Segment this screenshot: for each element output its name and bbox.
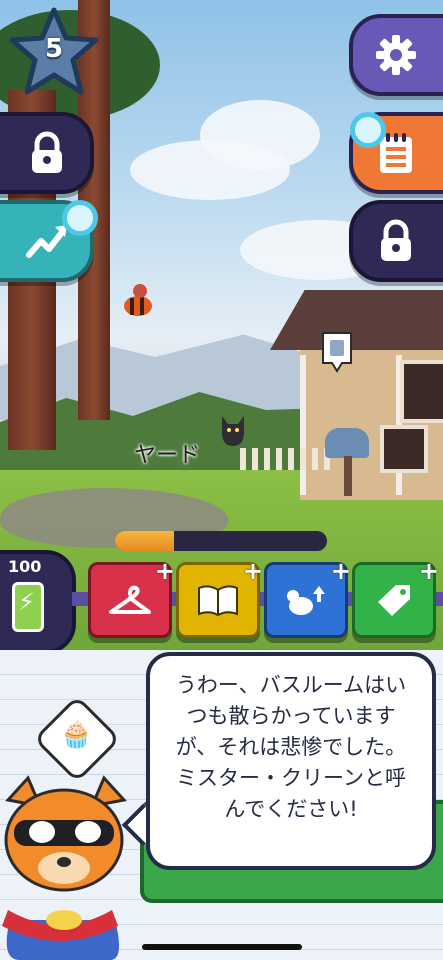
area-name-label: ヤード xyxy=(134,443,201,468)
cloud xyxy=(200,100,320,170)
hanger-icon xyxy=(107,582,153,618)
shop-tool-button[interactable]: + xyxy=(352,557,439,638)
wardrobe-tool-button[interactable]: + xyxy=(88,557,175,638)
game-scene[interactable]: ヤード 5 xyxy=(0,0,443,650)
gear-icon xyxy=(374,33,418,77)
upgrade-tool-button[interactable]: + xyxy=(264,557,351,638)
lightning-icon: ⚡ xyxy=(18,588,35,616)
progress-fill xyxy=(115,531,175,551)
settings-button[interactable] xyxy=(349,14,443,96)
speech-bubble[interactable]: うわー、バスルームはいつも散らかっていますが、それは悲惨でした。ミスター・クリー… xyxy=(146,652,436,870)
fireplace xyxy=(380,425,428,473)
home-indicator[interactable] xyxy=(142,944,302,950)
book-icon xyxy=(195,582,241,618)
locked-button-right[interactable] xyxy=(349,200,443,282)
trend-up-icon xyxy=(25,221,69,261)
plus-icon: + xyxy=(330,557,351,585)
notification-dot xyxy=(62,200,98,236)
raccoon-hero-character xyxy=(0,770,130,960)
mailbox[interactable] xyxy=(325,428,369,458)
fence xyxy=(240,448,330,470)
collection-tool-button[interactable]: + xyxy=(176,557,263,638)
locked-button-left[interactable] xyxy=(0,112,94,194)
bee-character[interactable] xyxy=(110,282,160,322)
cake-icon: 🧁 xyxy=(60,720,93,750)
mailbox-post xyxy=(344,456,352,496)
dialog-text: うわー、バスルームはいつも散らかっていますが、それは悲惨でした。ミスター・クリー… xyxy=(175,673,407,821)
tag-icon xyxy=(372,582,416,618)
plus-icon: + xyxy=(242,557,263,585)
task-marker[interactable] xyxy=(320,330,354,374)
level-number: 5 xyxy=(44,34,64,64)
bird-upgrade-icon xyxy=(283,582,329,618)
lock-icon xyxy=(376,219,416,263)
area-progress-bar xyxy=(115,531,327,551)
plus-icon: + xyxy=(154,557,175,585)
lock-icon xyxy=(27,131,67,175)
plus-icon: + xyxy=(418,557,439,585)
energy-count: 100 xyxy=(8,557,42,576)
house-roof xyxy=(270,290,443,350)
notification-dot xyxy=(350,112,386,148)
cat-character[interactable] xyxy=(218,412,248,448)
house-window xyxy=(400,360,443,423)
